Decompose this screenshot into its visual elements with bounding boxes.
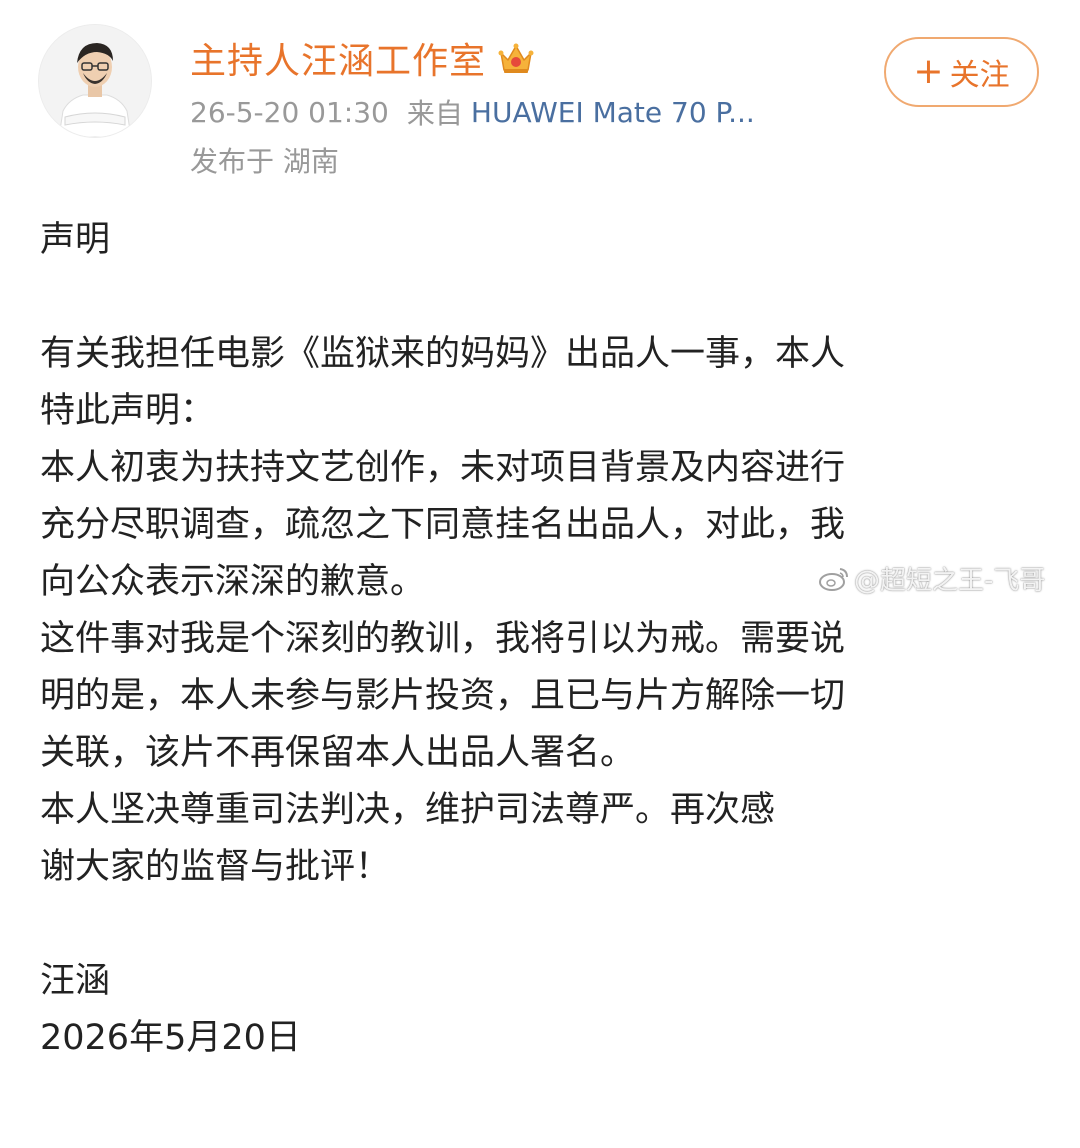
statement-line: 特此声明：	[40, 391, 216, 431]
statement-signature: 汪涵	[40, 961, 111, 1001]
post-content: 声明 有关我担任电影《监狱来的妈妈》出品人一事，本人 特此声明： 本人初衷为扶持…	[40, 212, 1040, 1067]
statement-date: 2026年5月20日	[40, 1018, 301, 1058]
statement-line: 关联，该片不再保留本人出品人署名。	[40, 733, 636, 773]
avatar-portrait-icon	[39, 25, 151, 137]
statement-line: 有关我担任电影《监狱来的妈妈》出品人一事，本人	[40, 334, 846, 374]
user-name-link[interactable]: 主持人汪涵工作室	[190, 32, 486, 84]
user-name-row: 主持人汪涵工作室	[190, 30, 536, 86]
statement-line: 充分尽职调查，疏忽之下同意挂名出品人，对此，我	[40, 505, 846, 545]
plus-icon: +	[913, 51, 944, 92]
statement-line: 本人坚决尊重司法判决，维护司法尊严。再次感	[40, 790, 776, 830]
post-location: 发布于 湖南	[190, 145, 339, 178]
crown-badge-icon[interactable]	[496, 38, 536, 78]
watermark: @超短之王-飞哥	[818, 560, 1045, 597]
statement-line: 谢大家的监督与批评！	[40, 847, 391, 887]
watermark-text: @超短之王-飞哥	[854, 566, 1046, 596]
post-source-label: 来自	[406, 97, 463, 130]
statement-title: 声明	[40, 220, 111, 260]
follow-button[interactable]: + 关注	[884, 37, 1039, 107]
statement-line: 明的是，本人未参与影片投资，且已与片方解除一切	[40, 676, 846, 716]
post-header: 主持人汪涵工作室 26-5-20 01:30 来自 HUAWEI Mate 70…	[0, 0, 1080, 190]
statement-line: 本人初衷为扶持文艺创作，未对项目背景及内容进行	[40, 448, 846, 488]
post-time: 26-5-20 01:30	[190, 95, 389, 129]
user-avatar[interactable]	[38, 24, 152, 138]
statement-line: 这件事对我是个深刻的教训，我将引以为戒。需要说	[40, 619, 846, 659]
post-meta: 26-5-20 01:30 来自 HUAWEI Mate 70 P...	[190, 92, 755, 132]
post-device-link[interactable]: HUAWEI Mate 70 P...	[471, 96, 755, 129]
weibo-icon	[818, 565, 850, 593]
follow-label: 关注	[949, 58, 1010, 93]
